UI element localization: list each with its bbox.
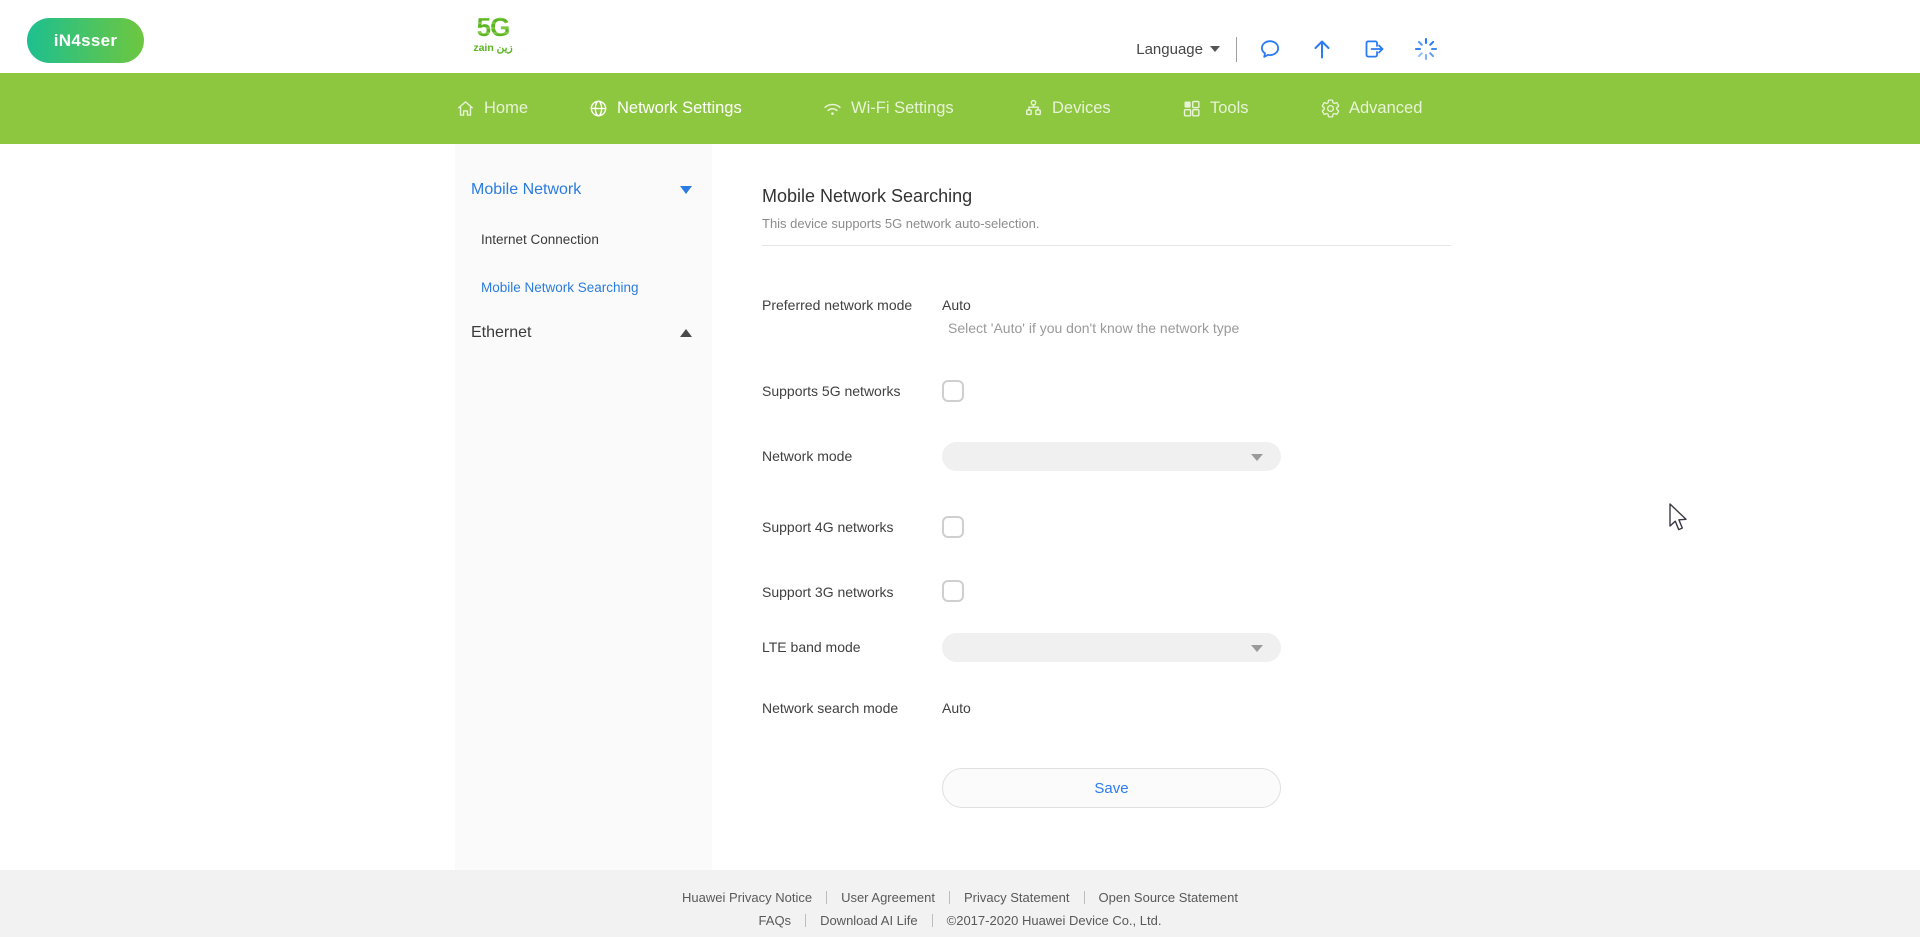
nav-item-label: Wi-Fi Settings	[851, 99, 954, 118]
footer: Huawei Privacy Notice User Agreement Pri…	[0, 870, 1920, 937]
footer-link-download-ai-life[interactable]: Download AI Life	[820, 913, 918, 928]
nav-item-label: Network Settings	[617, 99, 742, 118]
field-label-supports-5g: Supports 5G networks	[762, 383, 901, 399]
chevron-down-icon	[1251, 454, 1263, 461]
nav-item-label: Tools	[1210, 99, 1249, 118]
nav-item-network-settings[interactable]: Network Settings	[588, 73, 742, 144]
nav-item-advanced[interactable]: Advanced	[1320, 73, 1422, 144]
field-label-preferred-network-mode: Preferred network mode	[762, 297, 912, 313]
footer-separator	[805, 914, 806, 927]
message-icon[interactable]	[1258, 37, 1282, 61]
support-4g-checkbox[interactable]	[942, 516, 964, 538]
logo-zain-text: zain زين	[462, 42, 524, 54]
footer-link-huawei-privacy-notice[interactable]: Huawei Privacy Notice	[682, 890, 812, 905]
nav-item-wifi-settings[interactable]: Wi-Fi Settings	[822, 73, 954, 144]
page-subtitle: This device supports 5G network auto-sel…	[762, 216, 1039, 231]
footer-separator	[932, 914, 933, 927]
nav-item-label: Advanced	[1349, 99, 1422, 118]
footer-links-row-1: Huawei Privacy Notice User Agreement Pri…	[0, 890, 1920, 905]
page-title: Mobile Network Searching	[762, 186, 972, 207]
update-icon[interactable]	[1310, 37, 1334, 61]
sidebar-section-label: Mobile Network	[471, 181, 581, 199]
chevron-down-icon	[1210, 46, 1220, 52]
nav-item-home[interactable]: Home	[455, 73, 528, 144]
globe-icon	[588, 98, 609, 119]
chevron-down-icon	[1251, 645, 1263, 652]
loading-icon[interactable]	[1414, 37, 1438, 61]
gear-icon	[1320, 98, 1341, 119]
lte-band-mode-select[interactable]	[942, 633, 1281, 662]
support-3g-checkbox[interactable]	[942, 580, 964, 602]
header: iN4sser 5G zain زين Language	[0, 0, 1920, 73]
footer-link-open-source-statement[interactable]: Open Source Statement	[1099, 890, 1238, 905]
field-hint-preferred-network-mode: Select 'Auto' if you don't know the netw…	[948, 320, 1239, 336]
nav-item-tools[interactable]: Tools	[1181, 73, 1249, 144]
chevron-up-icon	[680, 329, 692, 337]
footer-link-faqs[interactable]: FAQs	[759, 913, 792, 928]
router-admin-page: { "colors": { "nav_green": "#8dc63f", "a…	[0, 0, 1920, 937]
field-value-network-search-mode: Auto	[942, 700, 971, 716]
field-label-lte-band-mode: LTE band mode	[762, 639, 861, 655]
logout-icon[interactable]	[1362, 37, 1386, 61]
field-value-preferred-network-mode: Auto	[942, 297, 971, 313]
sidebar-section-label: Ethernet	[471, 324, 531, 342]
nav-item-devices[interactable]: Devices	[1023, 73, 1111, 144]
wifi-icon	[822, 98, 843, 119]
network-mode-select[interactable]	[942, 442, 1281, 471]
field-label-support-4g: Support 4G networks	[762, 519, 894, 535]
footer-separator	[1084, 891, 1085, 904]
devices-icon	[1023, 98, 1044, 119]
home-icon	[455, 98, 476, 119]
zain-5g-logo: 5G zain زين	[462, 14, 524, 54]
sidebar-section-ethernet[interactable]: Ethernet	[471, 324, 692, 342]
mouse-cursor	[1668, 503, 1690, 538]
footer-separator	[949, 891, 950, 904]
nav-item-label: Home	[484, 99, 528, 118]
footer-links-row-2: FAQs Download AI Life ©2017-2020 Huawei …	[0, 913, 1920, 928]
footer-separator	[826, 891, 827, 904]
supports-5g-checkbox[interactable]	[942, 380, 964, 402]
divider	[762, 245, 1451, 246]
chevron-down-icon	[680, 186, 692, 194]
language-dropdown[interactable]: Language	[1136, 41, 1220, 58]
logo-5g-text: 5G	[462, 14, 524, 40]
sidebar-item-internet-connection[interactable]: Internet Connection	[481, 232, 599, 247]
tools-icon	[1181, 98, 1202, 119]
device-name-badge[interactable]: iN4sser	[27, 18, 144, 63]
footer-link-user-agreement[interactable]: User Agreement	[841, 890, 935, 905]
language-label: Language	[1136, 41, 1203, 58]
header-icon-buttons	[1258, 37, 1438, 61]
field-label-support-3g: Support 3G networks	[762, 584, 894, 600]
nav-item-label: Devices	[1052, 99, 1111, 118]
main-nav: Home Network Settings Wi-Fi Settings Dev…	[0, 73, 1920, 144]
save-button[interactable]: Save	[942, 768, 1281, 808]
header-actions: Language	[1136, 26, 1438, 72]
header-separator	[1236, 37, 1237, 62]
footer-link-privacy-statement[interactable]: Privacy Statement	[964, 890, 1070, 905]
field-label-network-search-mode: Network search mode	[762, 700, 898, 716]
sidebar-section-mobile-network[interactable]: Mobile Network	[471, 181, 692, 199]
sidebar-item-mobile-network-searching[interactable]: Mobile Network Searching	[481, 280, 639, 295]
field-label-network-mode: Network mode	[762, 448, 852, 464]
footer-copyright: ©2017-2020 Huawei Device Co., Ltd.	[947, 913, 1162, 928]
settings-sidebar: Mobile Network Internet Connection Mobil…	[455, 144, 712, 870]
